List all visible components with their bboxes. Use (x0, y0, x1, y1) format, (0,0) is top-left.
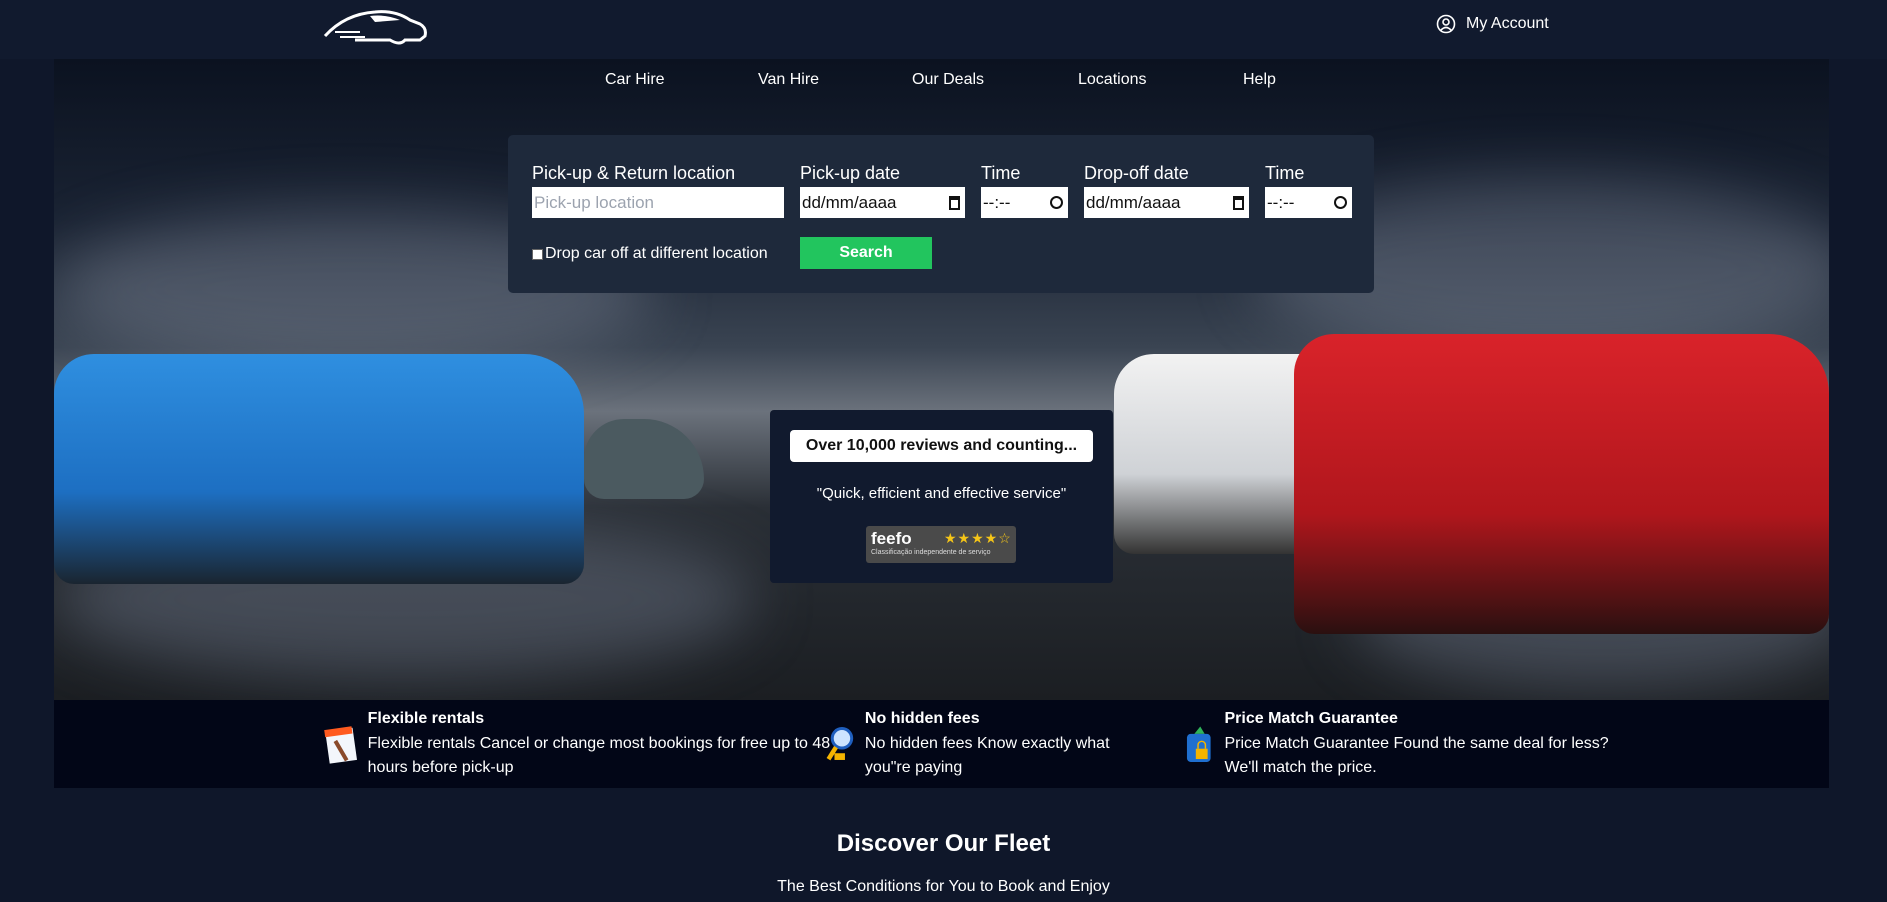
pickup-date-value: dd/mm/aaaa (802, 192, 897, 212)
calendar-icon (324, 726, 358, 764)
main-nav: Car Hire Van Hire Our Deals Locations He… (0, 71, 1887, 95)
reviews-headline: Over 10,000 reviews and counting... (790, 430, 1093, 462)
feature-flexible-rentals: Flexible rentals Flexible rentals Cancel … (324, 710, 864, 780)
padlock-icon (1186, 726, 1211, 762)
location-label: Pick-up & Return location (532, 163, 736, 183)
magnifier-icon (826, 727, 854, 761)
pickup-time-label: Time (981, 163, 1021, 183)
nav-locations[interactable]: Locations (1078, 71, 1147, 89)
pickup-date-label: Pick-up date (800, 163, 901, 183)
feature-text: Price Match Guarantee Found the same dea… (1224, 735, 1609, 776)
pickup-location-input[interactable] (534, 192, 782, 213)
feefo-tagline: Classificação independente de serviço (871, 549, 991, 556)
calendar-icon[interactable] (949, 195, 960, 210)
nav-van-hire[interactable]: Van Hire (758, 71, 819, 89)
pickup-time-input[interactable]: --:-- (981, 187, 1068, 218)
feature-title: Flexible rentals (367, 710, 485, 727)
feefo-badge[interactable]: feefo ★★★★☆ Classificação independente d… (866, 526, 1016, 563)
feature-title: Price Match Guarantee (1224, 710, 1398, 727)
feature-title: No hidden fees (864, 710, 980, 727)
nav-our-deals[interactable]: Our Deals (912, 71, 984, 89)
feature-text: No hidden fees Know exactly what you"re … (864, 735, 1110, 776)
star-rating-icon: ★★★★☆ (944, 530, 1012, 546)
car-logo-icon[interactable] (315, 6, 440, 50)
clock-icon[interactable] (1050, 196, 1063, 209)
dropoff-date-label: Drop-off date (1084, 163, 1189, 183)
search-button[interactable]: Search (800, 237, 932, 269)
feature-price-match: Price Match Guarantee Price Match Guarant… (1184, 710, 1624, 780)
dropoff-time-label: Time (1265, 163, 1305, 183)
red-suv-image (1294, 334, 1829, 634)
fleet-subtitle: The Best Conditions for You to Book and … (777, 878, 1110, 895)
reviews-card: Over 10,000 reviews and counting... "Qui… (770, 410, 1113, 583)
dropoff-date-value: dd/mm/aaaa (1086, 192, 1181, 212)
review-quote: "Quick, efficient and effective service" (816, 485, 1067, 502)
dropoff-time-value: --:-- (1267, 192, 1295, 212)
different-location-label: Drop car off at different location (545, 245, 768, 262)
different-location-checkbox[interactable]: Drop car off at different location (532, 245, 768, 263)
my-account-link[interactable]: My Account (1436, 14, 1549, 34)
nav-help[interactable]: Help (1243, 71, 1276, 89)
blue-suv-image (54, 354, 584, 584)
search-form: Pick-up & Return location Pick-up date d… (508, 135, 1374, 293)
pickup-date-input[interactable]: dd/mm/aaaa (800, 187, 965, 218)
features-band: Flexible rentals Flexible rentals Cancel … (54, 700, 1829, 788)
grey-suv-image (584, 419, 704, 499)
feature-text: Flexible rentals Cancel or change most b… (367, 735, 831, 776)
user-circle-icon (1436, 14, 1456, 34)
dropoff-time-input[interactable]: --:-- (1265, 187, 1352, 218)
pickup-time-value: --:-- (983, 192, 1011, 212)
clock-icon[interactable] (1334, 196, 1347, 209)
fleet-title: Discover Our Fleet (836, 830, 1051, 857)
feature-no-hidden-fees: No hidden fees No hidden fees Know exactl… (824, 710, 1124, 780)
pickup-location-field[interactable] (532, 187, 784, 218)
checkbox[interactable] (532, 248, 543, 260)
dropoff-date-input[interactable]: dd/mm/aaaa (1084, 187, 1249, 218)
nav-car-hire[interactable]: Car Hire (605, 71, 665, 89)
my-account-label: My Account (1466, 15, 1549, 32)
calendar-icon[interactable] (1233, 195, 1244, 210)
header: My Account (0, 0, 1887, 59)
